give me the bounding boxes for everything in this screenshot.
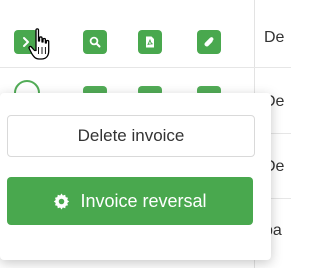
search-icon	[89, 36, 101, 48]
pdf-button[interactable]	[138, 30, 162, 54]
attach-button[interactable]	[197, 30, 221, 54]
expand-button[interactable]	[14, 30, 38, 54]
delete-invoice-label: Delete invoice	[77, 126, 185, 145]
action-popup: Delete invoice Invoice reversal	[0, 93, 271, 260]
chevron-right-icon	[23, 37, 29, 47]
invoice-reversal-label: Invoice reversal	[80, 190, 207, 211]
pdf-icon	[146, 36, 154, 48]
invoice-reversal-button[interactable]: Invoice reversal	[7, 177, 253, 225]
row-divider	[0, 67, 291, 68]
paperclip-icon	[204, 37, 214, 47]
gear-icon	[54, 193, 70, 209]
table-cell: De	[264, 29, 285, 46]
delete-invoice-button[interactable]: Delete invoice	[7, 115, 255, 157]
view-button[interactable]	[83, 30, 107, 54]
